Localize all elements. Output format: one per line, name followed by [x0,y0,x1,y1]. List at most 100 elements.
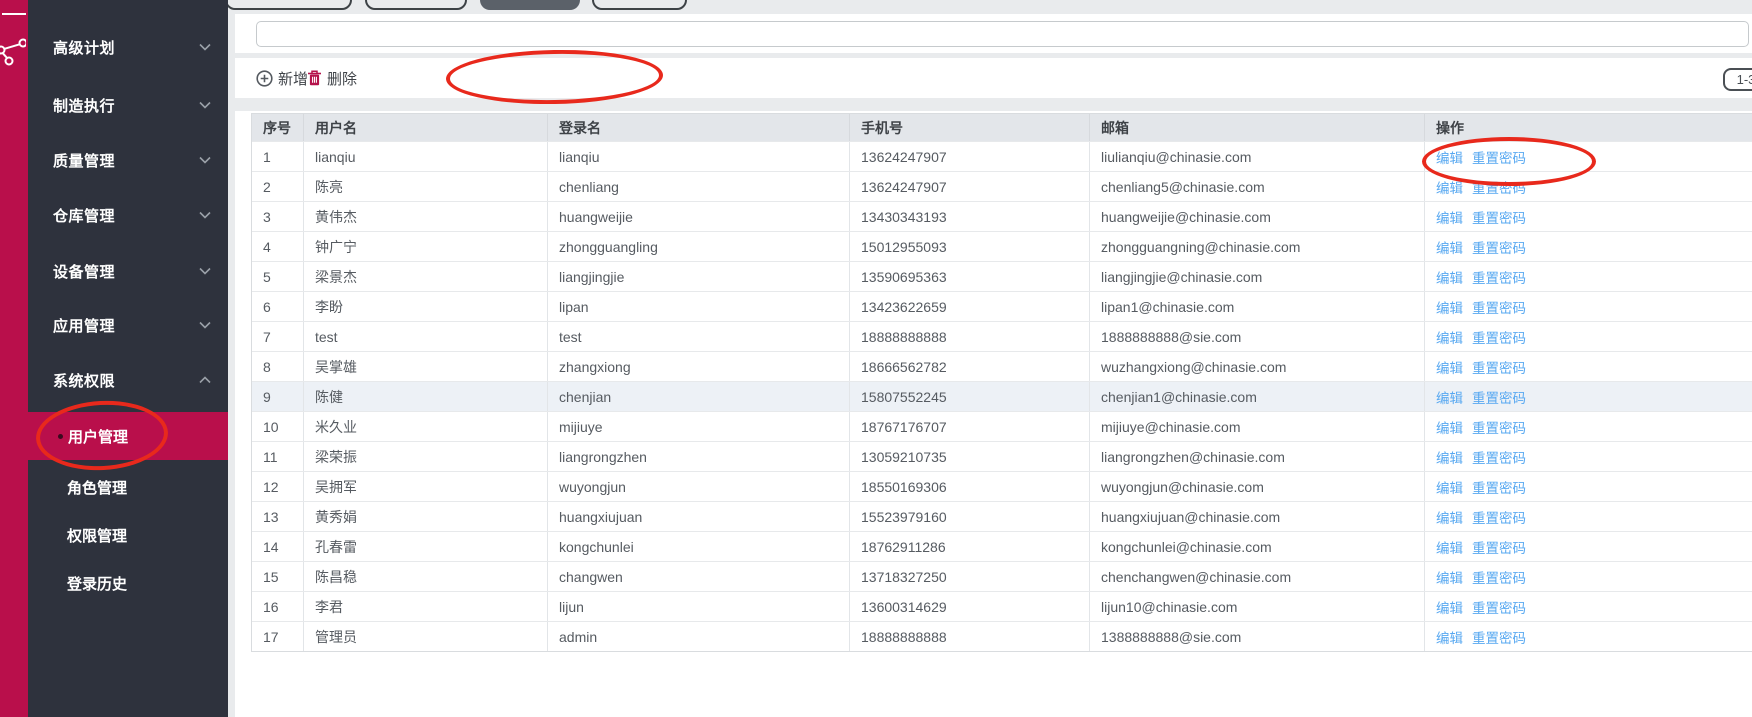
pagination-badge[interactable]: 1-3 [1723,68,1752,91]
reset-password-link[interactable]: 重置密码 [1472,207,1526,227]
share-icon[interactable] [0,38,26,73]
cell-phone: 18762911286 [850,532,1090,561]
reset-password-link[interactable]: 重置密码 [1472,327,1526,347]
sidebar-subitem-2[interactable]: 角色管理 [28,469,228,505]
table-row[interactable]: 11梁荣振liangrongzhen13059210735liangrongzh… [252,441,1752,471]
edit-link[interactable]: 编辑 [1436,507,1463,527]
cell-login: zhangxiong [548,352,850,381]
sidebar-item-label: 应用管理 [53,315,115,336]
reset-password-link[interactable]: 重置密码 [1472,237,1526,257]
edit-link[interactable]: 编辑 [1436,357,1463,377]
reset-password-link[interactable]: 重置密码 [1472,297,1526,317]
cell-email: huangweijie@chinasie.com [1090,202,1425,231]
table-row[interactable]: 12吴拥军wuyongjun18550169306wuyongjun@china… [252,471,1752,501]
add-button[interactable]: 新增 [256,58,308,98]
reset-password-link[interactable]: 重置密码 [1472,627,1526,647]
cell-actions: 编辑重置密码 [1425,472,1752,501]
cell-actions: 编辑重置密码 [1425,142,1752,171]
delete-button[interactable]: 删除 [307,58,357,98]
edit-link[interactable]: 编辑 [1436,597,1463,617]
table-row[interactable]: 10米久业mijiuye18767176707mijiuye@chinasie.… [252,411,1752,441]
cell-login: test [548,322,850,351]
table-row[interactable]: 2陈亮chenliang13624247907chenliang5@chinas… [252,171,1752,201]
sidebar-subitem-4[interactable]: 登录历史 [28,565,228,601]
table-row[interactable]: 9陈健chenjian15807552245chenjian1@chinasie… [252,381,1752,411]
sidebar-item-3[interactable]: 质量管理 [28,142,228,178]
reset-password-link[interactable]: 重置密码 [1472,447,1526,467]
tab-2[interactable] [365,0,467,10]
sidebar-item-6[interactable]: 应用管理 [28,307,228,343]
sidebar-item-4[interactable]: 仓库管理 [28,197,228,233]
edit-link[interactable]: 编辑 [1436,387,1463,407]
filter-input[interactable] [256,21,1749,47]
table-header-row: 序号用户名登录名手机号邮箱操作 [252,114,1752,141]
edit-link[interactable]: 编辑 [1436,327,1463,347]
edit-link[interactable]: 编辑 [1436,237,1463,257]
cell-actions: 编辑重置密码 [1425,262,1752,291]
column-header-1: 序号 [252,114,304,141]
reset-password-link[interactable]: 重置密码 [1472,567,1526,587]
reset-password-link[interactable]: 重置密码 [1472,177,1526,197]
cell-actions: 编辑重置密码 [1425,352,1752,381]
cell-actions: 编辑重置密码 [1425,232,1752,261]
reset-password-link[interactable]: 重置密码 [1472,477,1526,497]
edit-link[interactable]: 编辑 [1436,567,1463,587]
table-row[interactable]: 7testtest188888888881888888888@sie.com编辑… [252,321,1752,351]
edit-link[interactable]: 编辑 [1436,207,1463,227]
edit-link[interactable]: 编辑 [1436,627,1463,647]
edit-link[interactable]: 编辑 [1436,297,1463,317]
column-header-4: 手机号 [850,114,1090,141]
app-window: 高级计划制造执行质量管理仓库管理设备管理应用管理系统权限用户管理角色管理权限管理… [0,0,1752,717]
cell-phone: 13423622659 [850,292,1090,321]
sidebar-subitem-1[interactable]: 用户管理 [28,412,228,460]
edit-link[interactable]: 编辑 [1436,477,1463,497]
edit-link[interactable]: 编辑 [1436,147,1463,167]
tab-3[interactable] [480,0,580,10]
table-row[interactable]: 14孔春雷kongchunlei18762911286kongchunlei@c… [252,531,1752,561]
cell-no: 5 [252,262,304,291]
cell-no: 1 [252,142,304,171]
sidebar: 高级计划制造执行质量管理仓库管理设备管理应用管理系统权限用户管理角色管理权限管理… [28,0,228,717]
cell-phone: 13059210735 [850,442,1090,471]
edit-link[interactable]: 编辑 [1436,267,1463,287]
sidebar-item-5[interactable]: 设备管理 [28,253,228,289]
reset-password-link[interactable]: 重置密码 [1472,597,1526,617]
tab-4[interactable] [592,0,687,10]
table-row[interactable]: 8吴掌雄zhangxiong18666562782wuzhangxiong@ch… [252,351,1752,381]
cell-phone: 15012955093 [850,232,1090,261]
table-row[interactable]: 6李盼lipan13423622659lipan1@chinasie.com编辑… [252,291,1752,321]
table-row[interactable]: 3黄伟杰huangweijie13430343193huangweijie@ch… [252,201,1752,231]
sidebar-subitem-label: 登录历史 [67,573,127,594]
sidebar-item-1[interactable]: 高级计划 [28,29,228,65]
table-row[interactable]: 13黄秀娟huangxiujuan15523979160huangxiujuan… [252,501,1752,531]
reset-password-link[interactable]: 重置密码 [1472,507,1526,527]
table-row[interactable]: 16李君lijun13600314629lijun10@chinasie.com… [252,591,1752,621]
reset-password-link[interactable]: 重置密码 [1472,147,1526,167]
reset-password-link[interactable]: 重置密码 [1472,537,1526,557]
table-row[interactable]: 4钟广宁zhongguangling15012955093zhongguangn… [252,231,1752,261]
edit-link[interactable]: 编辑 [1436,447,1463,467]
tab-1[interactable] [225,0,352,10]
cell-email: 1388888888@sie.com [1090,622,1425,651]
table-row[interactable]: 15陈昌稳changwen13718327250chenchangwen@chi… [252,561,1752,591]
cell-phone: 13590695363 [850,262,1090,291]
reset-password-link[interactable]: 重置密码 [1472,387,1526,407]
cell-actions: 编辑重置密码 [1425,532,1752,561]
cell-login: admin [548,622,850,651]
edit-link[interactable]: 编辑 [1436,537,1463,557]
edit-link[interactable]: 编辑 [1436,417,1463,437]
sidebar-subitem-3[interactable]: 权限管理 [28,517,228,553]
users-table: 序号用户名登录名手机号邮箱操作1lianqiulianqiu1362424790… [251,113,1752,652]
edit-link[interactable]: 编辑 [1436,177,1463,197]
reset-password-link[interactable]: 重置密码 [1472,357,1526,377]
table-row[interactable]: 17管理员admin188888888881388888888@sie.com编… [252,621,1752,651]
cell-username: lianqiu [304,142,548,171]
sidebar-item-2[interactable]: 制造执行 [28,87,228,123]
reset-password-link[interactable]: 重置密码 [1472,417,1526,437]
table-row[interactable]: 5梁景杰liangjingjie13590695363liangjingjie@… [252,261,1752,291]
cell-login: liangrongzhen [548,442,850,471]
sidebar-item-7[interactable]: 系统权限 [28,362,228,398]
cell-username: 黄伟杰 [304,202,548,231]
reset-password-link[interactable]: 重置密码 [1472,267,1526,287]
table-row[interactable]: 1lianqiulianqiu13624247907liulianqiu@chi… [252,141,1752,171]
